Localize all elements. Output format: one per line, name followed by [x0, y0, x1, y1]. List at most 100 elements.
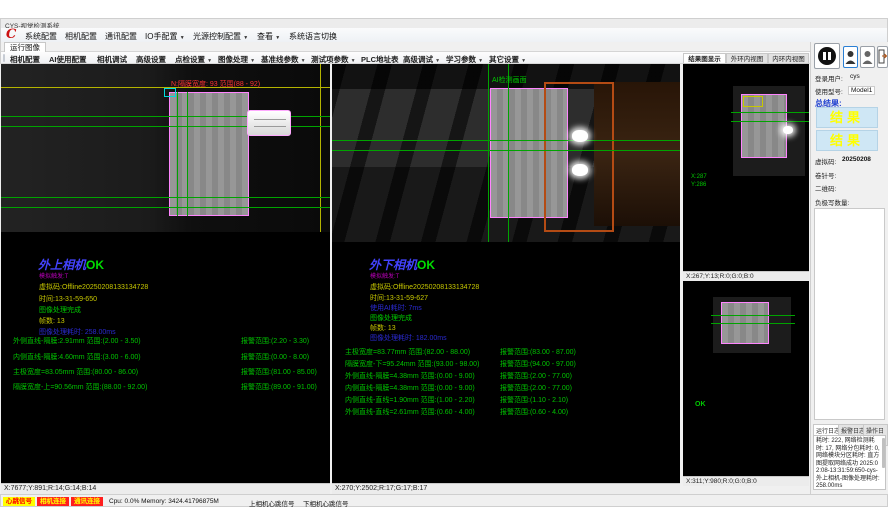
camera-view-upper[interactable]: N:隔膜宽度: 93 范围(88 - 92) 外上相机OK 模拟触发:T 虚拟码…	[1, 64, 330, 483]
chevron-down-icon: ▼	[243, 35, 248, 41]
user-icon	[844, 48, 857, 66]
menu-system-config[interactable]: 系统配置	[25, 31, 57, 42]
measurement-alarm: 报警范围:(2.00 - 77.00)	[500, 371, 572, 381]
measurement-alarm: 报警范围:(0.00 - 8.00)	[241, 352, 309, 362]
measurement-row: 隔膜宽度-下=95.24mm 范围:(93.00 - 98.00) 报警范围:(9…	[332, 359, 680, 369]
exit-button[interactable]	[877, 46, 888, 68]
measurement-alarm: 报警范围:(89.00 - 91.00)	[241, 382, 317, 392]
coordinate-label-x: X:287	[691, 174, 707, 180]
model-value[interactable]: Model1	[848, 86, 875, 95]
measurement-text: 外侧直线-隔膜=4.38mm 范围:(0.00 - 9.00)	[345, 371, 475, 381]
toolbar-grip[interactable]	[3, 54, 5, 62]
pause-icon	[818, 47, 836, 65]
pause-button[interactable]	[814, 43, 840, 69]
tab-inner-view[interactable]: 内环内视图	[768, 53, 809, 64]
reflection-spot	[572, 130, 588, 142]
status-bar: 心跳信号 相机连接 通讯连接 Cpu: 0.0% Memory: 3424.41…	[0, 494, 888, 507]
model-label: 使用型号:	[815, 86, 843, 96]
trigger-signal-text: 模拟触发:T	[39, 271, 68, 280]
cursor-info-bottom-small: X:311;Y:980;R:0;G:0;B:0	[683, 476, 809, 486]
cpu-memory-text: Cpu: 0.0% Memory: 3424.41796875M	[109, 498, 219, 505]
upper-cam-heartbeat-text: 上相机心跳信号	[249, 498, 295, 508]
menu-camera-config[interactable]: 相机配置	[65, 31, 97, 42]
process-done-text: 图像处理完成	[39, 305, 81, 315]
overlay-green-hline	[731, 112, 809, 113]
measurement-row: 主极宽度=83.05mm 范围:(80.00 - 86.00)报警范围:(81.…	[1, 367, 330, 377]
measurement-text: 内侧直线-隔膜:4.60mm 范围:(3.00 - 6.00)	[13, 352, 141, 362]
measurement-text: 隔膜宽度-下=95.24mm 范围:(93.00 - 98.00)	[345, 359, 479, 369]
login-user-button[interactable]	[843, 46, 858, 68]
measurement-text: 内侧直线-直线=1.90mm 范围:(1.00 - 2.20)	[345, 395, 475, 405]
status-ok-label: OK	[417, 258, 435, 272]
reflection-spot	[783, 126, 793, 134]
measurement-row: 外侧直线-直线=2.61mm 范围:(0.60 - 4.00)报警范围:(0.6…	[332, 407, 680, 417]
barcode-text: 虚拟码:Offline20250208133134728	[370, 282, 479, 292]
tab-run-image[interactable]: 运行图像	[4, 42, 46, 52]
write-count-label: 负极写数量:	[815, 197, 849, 207]
overlay-green-hline	[1, 207, 330, 208]
menu-io-config[interactable]: IO手配置 ▼	[145, 31, 185, 42]
result-badge-lower: 结果	[816, 130, 878, 151]
measurement-alarm: 报警范围:(2.00 - 77.00)	[500, 383, 572, 393]
measurement-row: 主极宽度=83.77mm 范围:(82.00 - 88.00)报警范围:(83.…	[332, 347, 680, 357]
cursor-info-upper: X:7677;Y:891;R:14;G:14;B:14	[1, 483, 330, 494]
overlay-cyan-box	[164, 88, 176, 97]
menu-comm-config[interactable]: 通讯配置	[105, 31, 137, 42]
status-ok-label: OK	[695, 401, 706, 408]
overlay-green-vline	[177, 92, 178, 216]
connector-tab	[247, 110, 291, 136]
measurement-alarm: 报警范围:(0.60 - 4.00)	[500, 407, 568, 417]
app-frame: CYS-视觉检测系统 C 系统配置 相机配置 通讯配置 IO手配置 ▼ 光源控制…	[0, 0, 888, 522]
menu-light-control[interactable]: 光源控制配置 ▼	[193, 31, 248, 42]
app-logo-icon: C	[6, 28, 20, 42]
camera-view-lower[interactable]: AI检测画面 外下相机OK 模拟触发:T 虚拟码:Offline20250208…	[332, 64, 680, 483]
overlay-green-hline	[332, 140, 680, 141]
user-icon	[861, 48, 874, 66]
measurement-alarm: 报警范围:(94.00 - 97.00)	[500, 359, 576, 369]
barcode-text: 虚拟码:Offline20250208133134728	[39, 282, 148, 292]
chevron-down-icon: ▼	[180, 35, 185, 41]
tab-outer-view[interactable]: 外环内视图	[726, 53, 768, 64]
lower-cam-heartbeat-text: 下相机心跳信号	[303, 498, 349, 508]
result-view-tabstrip: 结果图显示 外环内视图 内环内视图	[683, 53, 809, 64]
measurement-alarm: 报警范围:(81.00 - 85.00)	[241, 367, 317, 377]
result-view-bottom[interactable]: OK	[683, 281, 809, 476]
reflection-spot	[572, 164, 588, 176]
measurement-row: 隔膜宽度-上=90.56mm 范围:(88.00 - 92.00)报警范围:(8…	[1, 382, 330, 392]
needle-number-label: 卷针号:	[815, 170, 836, 180]
process-done-text: 图像处理完成	[370, 313, 412, 323]
tab-strip: 运行图像	[0, 42, 888, 52]
virtual-code-label: 虚拟码:	[815, 156, 836, 166]
exit-door-icon	[878, 48, 887, 66]
qr-code-label: 二维码:	[815, 183, 836, 193]
info-list-box[interactable]	[814, 208, 885, 420]
coordinate-label-y: Y:286	[691, 182, 706, 188]
process-elapsed-text: 图像处理耗时: 182.00ms	[370, 333, 447, 343]
result-badge-upper: 结果	[816, 107, 878, 128]
switch-user-button[interactable]	[860, 46, 875, 68]
measurement-row: 内侧直线-直线=1.90mm 范围:(1.00 - 2.20)报警范围:(1.1…	[332, 395, 680, 405]
overlay-green-hline	[711, 315, 795, 316]
cursor-info-top-small: X:267;Y:13;R:0;G:0;B:0	[683, 271, 809, 281]
cursor-info-lower: X:270;Y:2502;R:17;G:17;B:17	[332, 483, 680, 494]
measurement-text: 内侧直线-隔膜=4.38mm 范围:(0.00 - 9.00)	[345, 383, 475, 393]
login-user-value: cys	[850, 73, 860, 80]
log-tabstrip: 运行日志 报警日志 操作日志	[812, 424, 888, 434]
tab-result-image[interactable]: 结果图显示	[683, 53, 726, 64]
menu-language-switch[interactable]: 系统语言切换	[289, 31, 337, 42]
result-view-top[interactable]: X:287 Y:286	[683, 64, 809, 271]
measurement-row: 外侧直线-隔膜=4.38mm 范围:(0.00 - 9.00) 报警范围:(2.0…	[332, 371, 680, 381]
log-scrollbar[interactable]	[882, 438, 885, 468]
overlay-green-vline	[488, 64, 489, 242]
menu-view[interactable]: 查看 ▼	[257, 31, 280, 42]
overlay-green-vline	[508, 64, 509, 242]
log-text-area[interactable]: 耗时: 222, 网络检测耗时: 17, 网络分包耗时: 0, 网络模块分区耗时…	[813, 435, 886, 490]
connector-detail-line	[254, 126, 286, 127]
ai-frame-label: AI检测画面	[492, 75, 527, 85]
time-text: 时间:13-31-59-650	[39, 294, 97, 304]
measurement-row: 内侧直线-隔膜=4.38mm 范围:(0.00 - 9.00) 报警范围:(2.0…	[332, 383, 680, 393]
trigger-signal-text: 模拟触发:T	[370, 271, 399, 280]
virtual-code-value: 20250208	[842, 156, 871, 163]
measurement-row: 外侧直线-隔膜:2.91mm 范围:(2.00 - 3.50)报警范围:(2.2…	[1, 336, 330, 346]
status-ok-label: OK	[86, 258, 104, 272]
